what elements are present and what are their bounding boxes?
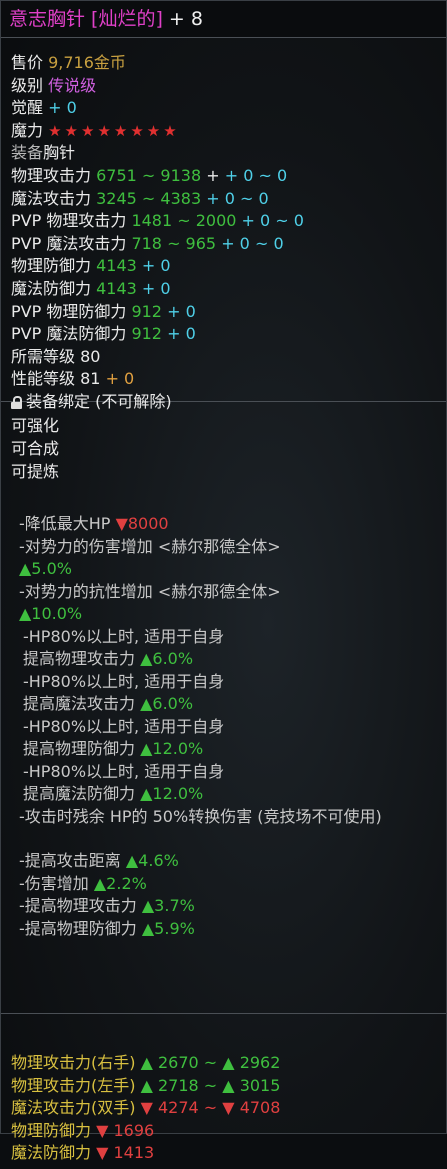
required-level-row: 所需等级 80 bbox=[11, 346, 101, 366]
option-condition: -HP80%以上时, 适用于自身 bbox=[23, 761, 225, 781]
required-level-value: 80 bbox=[80, 346, 101, 366]
awaken-row: 觉醒 + 0 bbox=[11, 98, 77, 118]
item-tooltip: 意志胸针 [灿烂的] + 8 售价 9,716金币 级别 传说级 觉醒 + 0 魔… bbox=[0, 0, 447, 1162]
stat-row: 物理防御力 4143 + 0 bbox=[11, 256, 171, 276]
item-name: 意志胸针 [灿烂的] bbox=[9, 8, 163, 30]
option-line: 提高物理攻击力 ▲6.0% bbox=[23, 649, 194, 668]
compare-row: 魔法攻击力(双手) ▼ 4274 ~ ▼ 4708 bbox=[11, 1098, 281, 1117]
option-line: -降低最大HP ▼8000 bbox=[19, 514, 169, 533]
compare-row: 物理攻击力(左手) ▲ 2718 ~ ▲ 3015 bbox=[11, 1075, 281, 1095]
price-row: 售价 9,716金币 bbox=[11, 53, 126, 72]
option-line: -提高攻击距离 ▲4.6% bbox=[19, 851, 179, 870]
option-condition: -HP80%以上时, 适用于自身 bbox=[23, 626, 225, 646]
flag-combinable: 可合成 bbox=[11, 439, 60, 458]
magic-stars: ★★★★★★★★ bbox=[48, 121, 180, 140]
item-flags: 可强化 可合成 可提炼 bbox=[11, 414, 436, 483]
option-list: -降低最大HP ▼8000 -对势力的伤害增加 <赫尔那德全体> ▲5.0% -… bbox=[11, 513, 436, 940]
option-condition: -HP80%以上时, 适用于自身 bbox=[23, 671, 225, 691]
equip-row: 装备胸针 bbox=[11, 143, 76, 163]
flag-refinable: 可提炼 bbox=[11, 462, 60, 481]
base-stats-section: 售价 9,716金币 级别 传说级 觉醒 + 0 魔力 ★★★★★★★★ 装备胸… bbox=[1, 38, 446, 411]
grade-value: 传说级 bbox=[48, 75, 97, 95]
stat-row: 物理攻击力 6751 ~ 9138 + + 0 ~ 0 bbox=[11, 165, 288, 185]
performance-level-row: 性能等级 81 + 0 bbox=[11, 369, 135, 389]
option-condition: -HP80%以上时, 适用于自身 bbox=[23, 716, 225, 736]
enhance-level: + 8 bbox=[168, 8, 203, 30]
options-section: 可强化 可合成 可提炼 -降低最大HP ▼8000 -对势力的伤害增加 <赫尔那… bbox=[1, 402, 446, 1014]
compare-row: 物理防御力 ▼ 1696 bbox=[11, 1120, 155, 1140]
magic-row: 魔力 ★★★★★★★★ bbox=[11, 120, 180, 140]
option-line: -伤害增加 ▲2.2% bbox=[19, 873, 147, 893]
option-line: -攻击时残余 HP的 50%转换伤害 (竞技场不可使用) bbox=[19, 806, 382, 826]
stat-row: PVP 魔法攻击力 718 ~ 965 + 0 ~ 0 bbox=[11, 233, 284, 253]
grade-row: 级别 传说级 bbox=[11, 75, 97, 95]
option-value: ▲10.0% bbox=[19, 604, 83, 623]
option-line: 提高魔法防御力 ▲12.0% bbox=[23, 784, 204, 803]
price-value: 9,716金币 bbox=[48, 53, 126, 72]
equip-slot: 胸针 bbox=[43, 143, 76, 163]
compare-row: 魔法防御力 ▼ 1413 bbox=[11, 1143, 155, 1162]
performance-level-value: 81 bbox=[80, 369, 101, 389]
stat-row: PVP 魔法防御力 912 + 0 bbox=[11, 324, 196, 344]
option-line: -提高物理防御力 ▲5.9% bbox=[19, 918, 195, 938]
awaken-value: + 0 bbox=[48, 98, 77, 118]
stat-row: 魔法防御力 4143 + 0 bbox=[11, 278, 171, 298]
option-line: -对势力的伤害增加 <赫尔那德全体> bbox=[19, 536, 281, 556]
comparison-section: 物理攻击力(右手) ▲ 2670 ~ ▲ 2962 物理攻击力(左手) ▲ 27… bbox=[1, 1014, 446, 1169]
item-title: 意志胸针 [灿烂的] + 8 bbox=[1, 1, 446, 38]
option-line: 提高魔法攻击力 ▲6.0% bbox=[23, 694, 194, 713]
stat-row: 魔法攻击力 3245 ~ 4383 + 0 ~ 0 bbox=[11, 188, 269, 208]
stat-row: PVP 物理攻击力 1481 ~ 2000 + 0 ~ 0 bbox=[11, 211, 304, 231]
option-line: -提高物理攻击力 ▲3.7% bbox=[19, 896, 195, 915]
compare-row: 物理攻击力(右手) ▲ 2670 ~ ▲ 2962 bbox=[11, 1053, 281, 1072]
flag-enhanceable: 可强化 bbox=[11, 416, 60, 435]
option-line: -对势力的抗性增加 <赫尔那德全体> bbox=[19, 581, 281, 601]
option-line: 提高物理防御力 ▲12.0% bbox=[23, 739, 204, 758]
option-value: ▲5.0% bbox=[19, 559, 72, 578]
stat-row: PVP 物理防御力 912 + 0 bbox=[11, 301, 196, 321]
